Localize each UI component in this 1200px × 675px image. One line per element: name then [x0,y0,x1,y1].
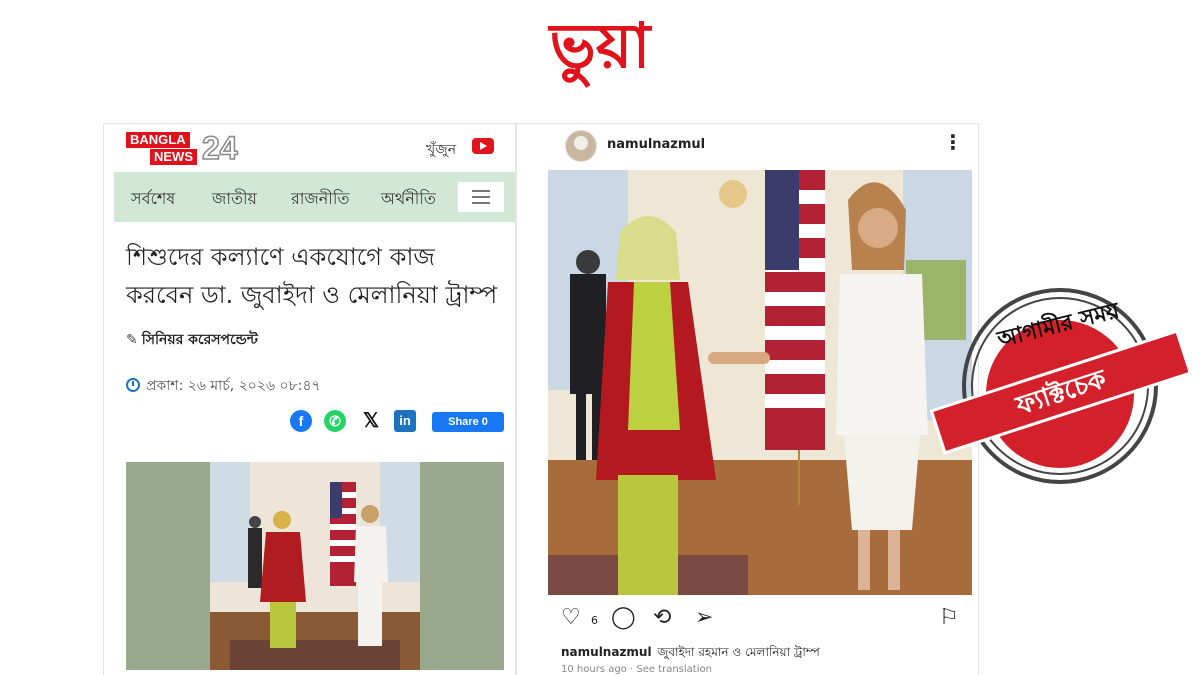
heart-icon[interactable]: ♡ [561,606,581,630]
news-site-header: BANGLA NEWS 24 খুঁজুন [104,124,515,172]
x-icon[interactable]: 𝕏 [360,410,382,432]
youtube-icon[interactable] [472,138,494,154]
logo-line-1: BANGLA [126,132,190,148]
hamburger-menu-icon[interactable] [458,182,504,212]
send-icon[interactable]: ➢ [695,606,713,630]
facebook-share-button[interactable]: Share 0 [432,412,504,432]
see-translation-link[interactable]: See translation [636,664,712,675]
publish-date: প্রকাশ: ২৬ মার্চ, ২০২৬ ০৮:৪৭ [126,374,321,398]
facebook-icon[interactable]: f [290,410,312,432]
repost-icon[interactable]: ⟲ [653,606,671,630]
handshake-photo-small [210,462,420,670]
article-byline: ✎ সিনিয়র করেসপন্ডেন্ট [126,328,258,352]
post-meta: 10 hours ago · See translation [561,664,712,675]
like-count: 6 [591,614,598,627]
publish-date-text: প্রকাশ: ২৬ মার্চ, ২০২৬ ০৮:৪৭ [146,378,321,394]
site-logo[interactable]: BANGLA NEWS 24 [126,129,250,167]
caption-username[interactable]: namulnazmul [561,645,652,659]
logo-number: 24 [201,129,238,167]
search-link[interactable]: খুঁজুন [426,138,456,162]
news-article-screenshot: BANGLA NEWS 24 খুঁজুন সর্বশেষ জাতীয় রাজ… [104,124,515,675]
logo-line-2: NEWS [150,149,197,165]
nav-item-latest[interactable]: সর্বশেষ [131,186,175,213]
nav-item-politics[interactable]: রাজনীতি [291,186,349,213]
verdict-banner: ভুয়া [0,0,1200,100]
byline-text: সিনিয়র করেসপন্ডেন্ট [141,332,258,348]
nav-item-economy[interactable]: অর্থনীতি [381,186,436,213]
clock-icon [126,378,140,392]
nav-item-national[interactable]: জাতীয় [212,186,257,213]
article-image [126,462,504,670]
category-nav: সর্বশেষ জাতীয় রাজনীতি অর্থনীতি [114,172,515,222]
avatar[interactable] [565,130,597,162]
verdict-label: ভুয়া [549,9,651,82]
handshake-photo [548,170,972,595]
bookmark-icon[interactable]: ⚐ [939,606,959,630]
post-caption: namulnazmul জুবাইদা রহমান ও মেলানিয়া ট্র… [561,644,820,664]
whatsapp-icon[interactable]: ✆ [324,410,346,432]
pencil-icon: ✎ [126,332,138,348]
post-username[interactable]: namulnazmul [607,137,705,152]
instagram-post-screenshot: namulnazmul ⋮ ♡ 6 ◯ ⟲ ➢ ⚐ namulnazmul জু… [517,124,978,675]
more-options-icon[interactable]: ⋮ [943,132,963,152]
linkedin-icon[interactable]: in [394,410,416,432]
post-time: 10 hours ago [561,664,627,675]
article-headline: শিশুদের কল্যাণে একযোগে কাজ করবেন ডা. জুব… [126,243,498,309]
factcheck-stamp: ফ্যাক্টচেক আগামীর সময় [930,288,1188,484]
caption-text: জুবাইদা রহমান ও মেলানিয়া ট্রাম্প [657,645,820,659]
post-actions: ♡ 6 ◯ ⟲ ➢ ⚐ [561,606,961,634]
comment-icon[interactable]: ◯ [611,606,636,630]
